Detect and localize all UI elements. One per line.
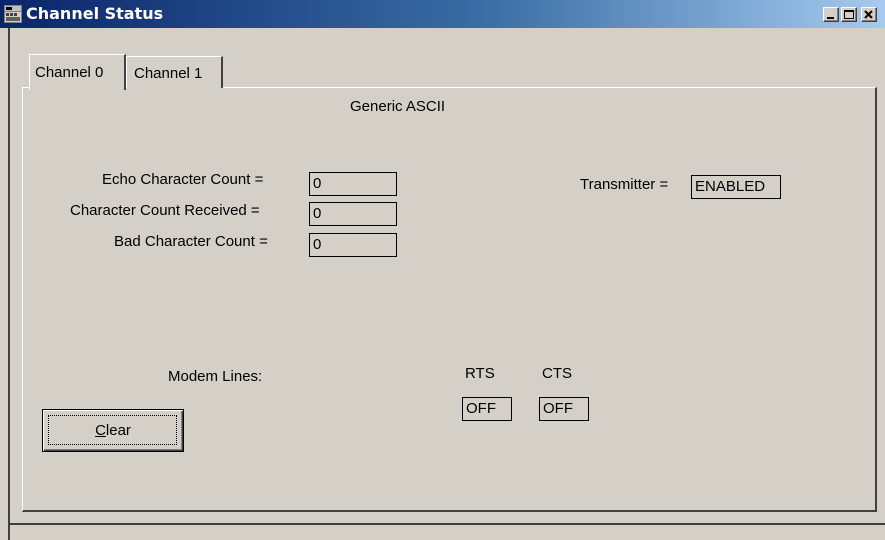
bad-count-label: Bad Character Count = (114, 233, 268, 250)
window-title: Channel Status (26, 4, 164, 23)
window-border-bottom (8, 523, 885, 525)
title-bar[interactable]: Channel Status (0, 0, 885, 28)
received-count-label: Character Count Received = (70, 202, 260, 219)
close-icon (864, 10, 873, 19)
transmitter-label: Transmitter = (580, 176, 669, 193)
transmitter-field: ENABLED (691, 175, 781, 199)
echo-count-field: 0 (309, 172, 397, 196)
minimize-icon (827, 17, 834, 19)
close-button[interactable] (861, 7, 877, 22)
minimize-button[interactable] (823, 7, 839, 22)
rts-field: OFF (462, 397, 512, 421)
bad-count-field: 0 (309, 233, 397, 257)
channel-status-window: Channel Status Channel 0 Channel 1 Gener… (0, 0, 885, 540)
tab-channel-1[interactable]: Channel 1 (126, 56, 223, 88)
received-count-field: 0 (309, 202, 397, 226)
protocol-heading: Generic ASCII (350, 98, 446, 115)
maximize-button[interactable] (841, 7, 857, 22)
tab-label: Channel 0 (35, 64, 104, 81)
tab-channel-0[interactable]: Channel 0 (29, 54, 126, 90)
clear-button-label: Clear (95, 422, 131, 439)
clear-button[interactable]: Clear (42, 409, 184, 452)
echo-count-label: Echo Character Count = (102, 171, 264, 188)
app-icon (4, 5, 22, 23)
tab-label: Channel 1 (134, 65, 203, 82)
modem-lines-label: Modem Lines: (168, 368, 263, 385)
maximize-icon (844, 10, 854, 19)
cts-label: CTS (542, 365, 572, 382)
window-border-left (8, 28, 10, 540)
cts-field: OFF (539, 397, 589, 421)
rts-label: RTS (465, 365, 495, 382)
